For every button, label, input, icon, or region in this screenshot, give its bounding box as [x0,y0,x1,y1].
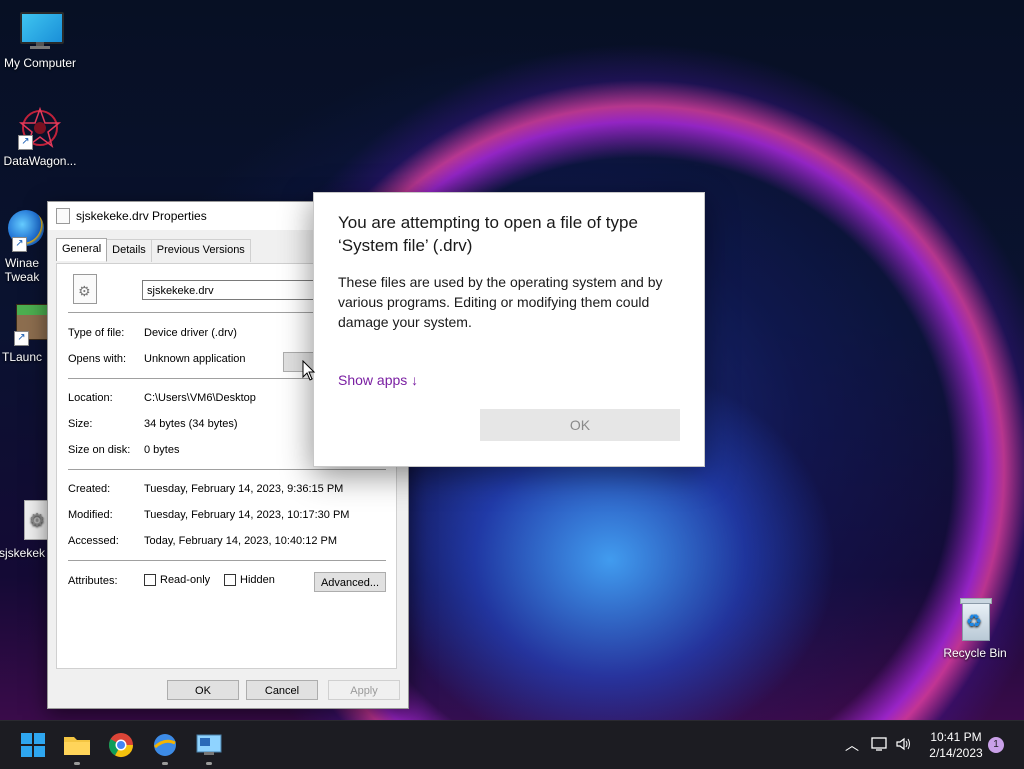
file-icon [56,208,70,224]
tab-details[interactable]: Details [106,239,152,262]
type-label: Type of file: [68,327,125,339]
cancel-button[interactable]: Cancel [246,680,318,700]
tab-previous-versions[interactable]: Previous Versions [150,239,251,262]
properties-title: sjskekeke.drv Properties [76,209,207,223]
running-indicator [206,762,212,765]
desktop-icon-recycle-bin[interactable]: ♻ Recycle Bin [935,598,1015,660]
system-monitor-icon [196,734,222,755]
start-button[interactable] [18,730,48,760]
system-file-icon: ⚙ [73,274,97,304]
location-label: Location: [68,392,113,404]
clock-time: 10:41 PM [930,730,982,744]
dialog-body: These files are used by the operating sy… [338,274,663,330]
volume-icon[interactable] [895,736,913,752]
dialog-title: You are attempting to open a file of typ… [338,213,638,255]
checkbox-box [144,574,156,587]
modified-label: Modified: [68,509,113,521]
chevron-up-icon[interactable]: ︿ [845,735,859,755]
chrome-button[interactable] [106,730,136,760]
properties-tabs: General Details Previous Versions [56,238,251,262]
tab-general[interactable]: General [56,238,108,261]
divider [68,469,386,470]
accessed-value: Today, February 14, 2023, 10:40:12 PM [144,535,338,547]
desktop-icon-datawagon[interactable]: ↗ DataWagon... [0,106,80,168]
winaero-icon [153,734,176,756]
desktop-icon-label: Recycle Bin [943,646,1007,660]
desktop-icon-winaero-tweaker[interactable]: ↗ Winae Tweak [0,208,48,284]
opens-value: Unknown application [144,353,246,365]
disk-value: 0 bytes [144,444,180,456]
advanced-button[interactable]: Advanced... [314,572,386,592]
disk-label: Size on disk: [68,444,131,456]
clock-date: 2/14/2023 [929,746,983,760]
accessed-label: Accessed: [68,535,119,547]
hidden-label: Hidden [240,574,275,586]
dialog-ok-button[interactable]: OK [480,409,680,441]
location-value: C:\Users\VM6\Desktop [144,392,256,404]
running-indicator [74,762,80,765]
desktop-icon-tlauncher[interactable]: ↗ TLaunc [0,302,48,364]
shortcut-arrow-icon: ↗ [18,135,33,150]
size-value: 34 bytes (34 bytes) [144,418,238,430]
apply-button[interactable]: Apply [328,680,400,700]
opens-label: Opens with: [68,353,127,365]
readonly-checkbox[interactable]: Read-only [144,574,211,587]
chrome-icon [108,733,133,758]
winaero-taskbar-button[interactable] [150,730,180,765]
running-indicator [162,762,168,765]
taskbar: ︿ 10:41 PM 2/14/2023 1 [0,720,1024,769]
system-properties-button[interactable] [194,730,224,765]
readonly-label: Read-only [160,574,211,586]
checkbox-box [224,574,236,587]
desktop-icon-label: sjskekek [0,546,45,560]
created-value: Tuesday, February 14, 2023, 9:36:15 PM [144,483,344,495]
size-label: Size: [68,418,93,430]
created-label: Created: [68,483,111,495]
shortcut-arrow-icon: ↗ [12,237,27,252]
divider [68,560,386,561]
desktop-icon-sjskekeke[interactable]: ⚙ sjskekek [0,498,48,560]
mouse-cursor-icon [302,360,316,381]
ok-button[interactable]: OK [167,680,239,700]
modified-value: Tuesday, February 14, 2023, 10:17:30 PM [144,509,350,521]
folder-icon [64,737,90,755]
desktop-icon-label: TLaunc [1,350,43,364]
minecraft-block-icon: ↗ [0,302,48,346]
desktop-icon-my-computer[interactable]: My Computer [0,8,80,70]
winaero-icon: ↗ [0,208,44,252]
windows-logo-icon [21,733,45,757]
datawagon-icon: ↗ [18,106,62,150]
network-icon[interactable] [871,736,889,752]
system-file-icon: ⚙ [0,498,48,542]
desktop-icon-label: DataWagon... [3,154,77,168]
attributes-label: Attributes: [68,575,118,587]
recycle-bin-icon: ♻ [953,598,997,642]
shortcut-arrow-icon: ↗ [14,331,29,346]
desktop-icon-label: Winae Tweak [4,256,40,284]
type-value: Device driver (.drv) [144,327,237,339]
desktop-icon-label: My Computer [3,56,77,70]
show-apps-link[interactable]: Show apps ↓ [338,372,418,388]
monitor-icon [18,8,64,52]
clock[interactable]: 10:41 PM 2/14/2023 [922,729,990,761]
file-explorer-button[interactable] [62,730,92,765]
hidden-checkbox[interactable]: Hidden [224,574,275,587]
notification-badge[interactable]: 1 [988,737,1004,753]
open-file-warning-dialog: You are attempting to open a file of typ… [313,192,705,467]
